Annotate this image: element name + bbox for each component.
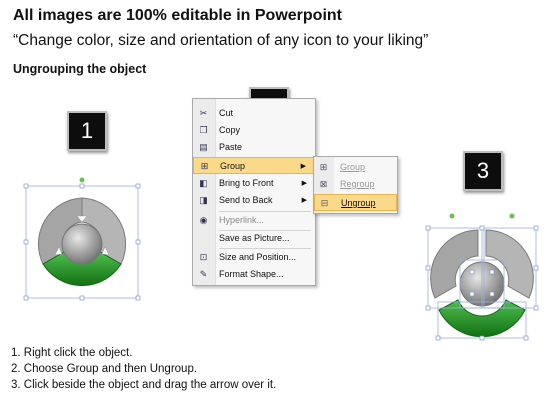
bring-to-front-icon: ◧ bbox=[199, 178, 208, 188]
grouped-cycle-diagram[interactable] bbox=[20, 172, 145, 302]
center-circle bbox=[61, 223, 103, 265]
rotation-handles[interactable] bbox=[449, 213, 515, 219]
menu-item-send-to-back[interactable]: ◨ Send to Back ▶ bbox=[193, 192, 315, 209]
submenu-arrow-icon: ▶ bbox=[300, 163, 306, 170]
submenu-item-regroup[interactable]: ⊠ Regroup bbox=[314, 176, 397, 193]
submenu-arrow-icon: ▶ bbox=[301, 197, 307, 204]
group-icon: ⊞ bbox=[200, 161, 209, 171]
menu-item-size-and-position[interactable]: ⊡ Size and Position... bbox=[193, 249, 315, 266]
ungrouped-cycle-diagram[interactable] bbox=[420, 210, 542, 342]
page-title: All images are 100% editable in Powerpoi… bbox=[13, 7, 342, 24]
menu-item-cut[interactable]: ✂ Cut bbox=[193, 105, 315, 122]
section-heading: Ungrouping the object bbox=[13, 62, 147, 76]
submenu-arrow-icon: ▶ bbox=[301, 180, 307, 187]
hyperlink-icon: ◉ bbox=[199, 215, 208, 225]
paste-icon: ▤ bbox=[199, 142, 208, 152]
instruction-step-2: 2. Choose Group and then Ungroup. bbox=[11, 363, 198, 375]
menu-item-bring-to-front[interactable]: ◧ Bring to Front ▶ bbox=[193, 175, 315, 192]
regroup-icon: ⊠ bbox=[319, 179, 328, 189]
size-position-icon: ⊡ bbox=[199, 252, 208, 262]
instructions-list: 1. Right click the object. 2. Choose Gro… bbox=[11, 345, 276, 393]
menu-item-paste[interactable]: ▤ Paste bbox=[193, 139, 315, 156]
copy-icon: ❐ bbox=[199, 125, 208, 135]
context-menu: ✂ Cut ❐ Copy ▤ Paste ⊞ Group ▶ ◧ Bring t… bbox=[192, 98, 316, 286]
group-icon: ⊞ bbox=[319, 162, 328, 172]
step-badge-1: 1 bbox=[67, 111, 107, 151]
scissors-icon: ✂ bbox=[199, 108, 208, 118]
rotation-handle[interactable] bbox=[79, 177, 85, 183]
group-submenu: ⊞ Group ⊠ Regroup ⊟ Ungroup bbox=[313, 156, 398, 214]
menu-item-hyperlink[interactable]: ◉ Hyperlink... bbox=[193, 212, 315, 229]
send-to-back-icon: ◨ bbox=[199, 195, 208, 205]
menu-item-copy[interactable]: ❐ Copy bbox=[193, 122, 315, 139]
menu-item-format-shape[interactable]: ✎ Format Shape... bbox=[193, 266, 315, 283]
menu-item-save-as-picture[interactable]: Save as Picture... bbox=[193, 230, 315, 247]
menu-item-group[interactable]: ⊞ Group ▶ bbox=[193, 157, 315, 174]
submenu-item-ungroup[interactable]: ⊟ Ungroup bbox=[314, 194, 397, 211]
format-shape-icon: ✎ bbox=[199, 269, 208, 279]
page-subtitle: “Change color, size and orientation of a… bbox=[13, 32, 429, 49]
instruction-step-1: 1. Right click the object. bbox=[11, 347, 133, 359]
step-badge-3: 3 bbox=[463, 151, 503, 191]
instruction-step-3: 3. Click beside the object and drag the … bbox=[11, 379, 277, 391]
ungroup-icon: ⊟ bbox=[320, 198, 329, 208]
submenu-item-group[interactable]: ⊞ Group bbox=[314, 159, 397, 176]
